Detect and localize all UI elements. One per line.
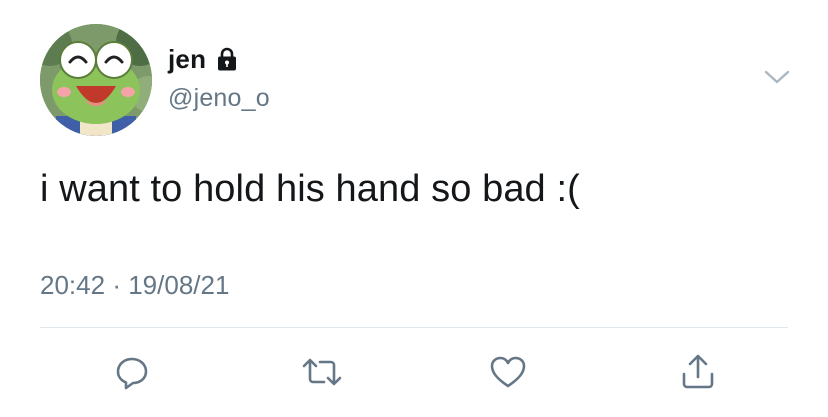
user-name-row: jen — [168, 42, 240, 76]
action-bar — [0, 350, 828, 394]
reply-button[interactable] — [110, 350, 154, 394]
avatar[interactable] — [40, 24, 152, 136]
retweet-button[interactable] — [300, 350, 344, 394]
divider — [40, 327, 788, 328]
display-name[interactable]: jen — [168, 44, 206, 75]
like-button[interactable] — [486, 350, 530, 394]
heart-icon — [490, 356, 526, 388]
tweet-date: 19/08/21 — [128, 270, 230, 300]
tweet-text: i want to hold his hand so bad :( — [40, 168, 580, 210]
user-handle[interactable]: @jeno_o — [168, 84, 270, 113]
share-icon — [682, 354, 714, 389]
tweet-time: 20:42 — [40, 270, 106, 300]
share-button[interactable] — [676, 350, 720, 394]
lock-icon — [218, 47, 237, 71]
tweet-card: jen @jeno_o i want to hold his hand so b… — [0, 0, 828, 417]
keroppi-avatar-image — [40, 24, 152, 136]
chevron-down-icon[interactable] — [762, 66, 792, 88]
tweet-timestamp[interactable]: 20:42 · 19/08/21 — [40, 270, 229, 301]
reply-icon — [116, 357, 148, 390]
timestamp-separator: · — [112, 270, 121, 300]
retweet-icon — [302, 358, 342, 386]
